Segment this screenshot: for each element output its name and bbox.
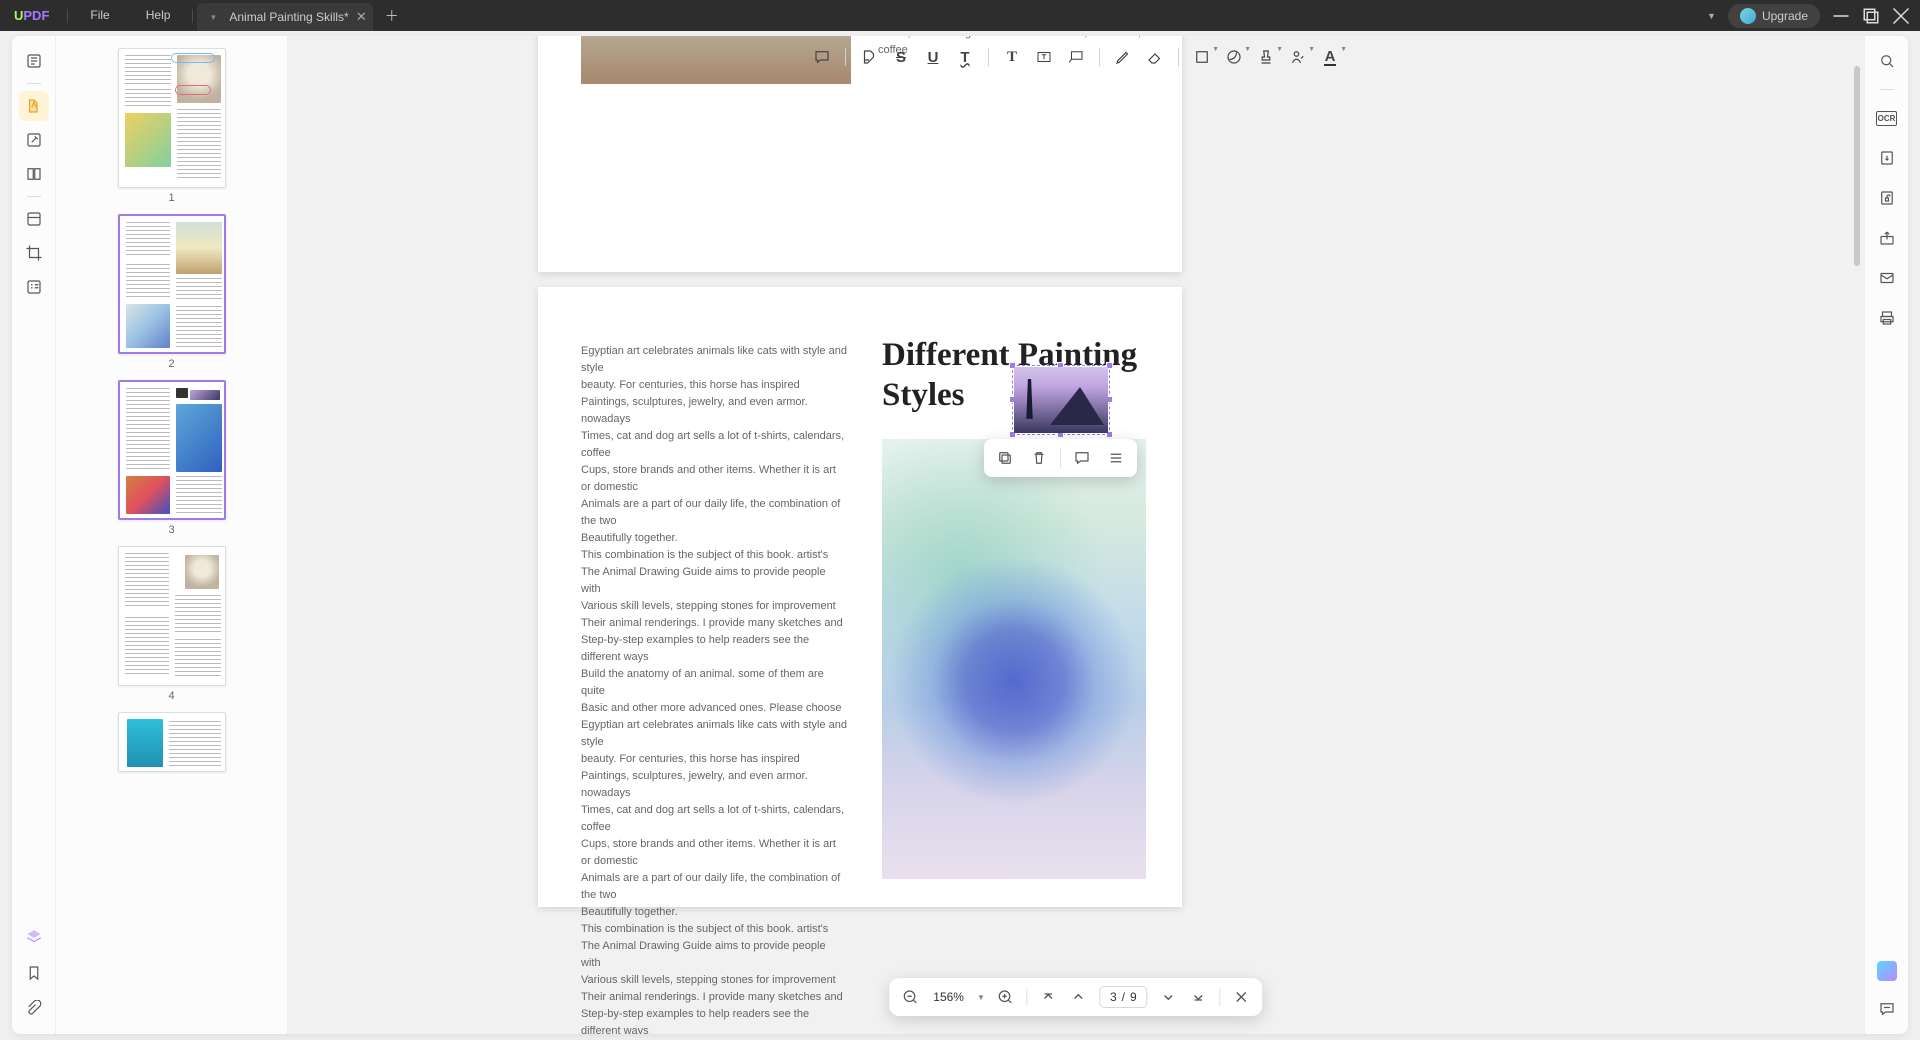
protect-icon[interactable]: [1872, 183, 1902, 213]
app-body: 1 2 3: [12, 36, 1908, 1034]
copy-button[interactable]: [988, 443, 1022, 473]
highlight-icon[interactable]: [854, 42, 884, 72]
first-page-button[interactable]: [1035, 984, 1061, 1010]
ai-assistant-icon[interactable]: [1872, 956, 1902, 986]
right-toolbar: OCR: [1864, 36, 1908, 1034]
next-page-button[interactable]: [1156, 984, 1182, 1010]
bookmark-tool[interactable]: [19, 958, 49, 988]
squiggly-icon[interactable]: T: [950, 42, 980, 72]
page-navigation-bar: 156% ▼ 3 / 9: [889, 978, 1262, 1016]
comment-icon[interactable]: [807, 42, 837, 72]
edit-tool[interactable]: [19, 125, 49, 155]
new-tab-button[interactable]: ＋: [379, 6, 405, 26]
thumb-number: 3: [118, 524, 226, 536]
last-page-button[interactable]: [1186, 984, 1212, 1010]
menu-file[interactable]: File: [72, 0, 127, 31]
thumb-number: 4: [118, 690, 226, 702]
upgrade-button[interactable]: Upgrade: [1728, 4, 1820, 28]
page-indicator[interactable]: 3 / 9: [1099, 986, 1148, 1008]
tabs-overflow-icon[interactable]: ▼: [1707, 11, 1716, 21]
document-tab[interactable]: ▼ Animal Painting Skills* ✕: [197, 3, 372, 31]
properties-button[interactable]: [1099, 443, 1133, 473]
signature-icon[interactable]: ▼: [1283, 42, 1313, 72]
print-icon[interactable]: [1872, 303, 1902, 333]
zoom-value: 156%: [927, 990, 970, 1004]
comments-panel-icon[interactable]: [1872, 994, 1902, 1024]
tab-dropdown-icon[interactable]: ▼: [209, 13, 217, 22]
sticker-icon[interactable]: ▼: [1219, 42, 1249, 72]
layers-tool[interactable]: [19, 922, 49, 952]
redact-tool[interactable]: [19, 204, 49, 234]
thumbnail-panel: 1 2 3: [56, 36, 288, 1034]
thumbnail-5[interactable]: [118, 712, 226, 772]
note-button[interactable]: [1065, 443, 1099, 473]
thumbnail-4[interactable]: 4: [118, 546, 226, 702]
textbox-icon[interactable]: [1029, 42, 1059, 72]
avatar-icon: [1740, 8, 1756, 24]
page-3[interactable]: Egyptian art celebrates animals like cat…: [538, 287, 1182, 907]
email-icon[interactable]: [1872, 263, 1902, 293]
window-maximize-icon[interactable]: [1862, 7, 1880, 25]
shapes-icon[interactable]: ▼: [1187, 42, 1217, 72]
text-icon[interactable]: T: [997, 42, 1027, 72]
attachment-tool[interactable]: [19, 994, 49, 1024]
share-icon[interactable]: [1872, 223, 1902, 253]
thumbnail-3[interactable]: 3: [118, 380, 226, 536]
pencil-icon[interactable]: [1108, 42, 1138, 72]
delete-button[interactable]: [1022, 443, 1056, 473]
tab-title: Animal Painting Skills*: [229, 10, 348, 24]
menu-help[interactable]: Help: [128, 0, 189, 31]
thumbnail-1[interactable]: 1: [118, 48, 226, 204]
close-bar-button[interactable]: [1229, 984, 1255, 1010]
page-image: [882, 439, 1146, 879]
reader-tool[interactable]: [19, 46, 49, 76]
zoom-out-button[interactable]: [897, 984, 923, 1010]
eraser-icon[interactable]: [1140, 42, 1170, 72]
crop-tool[interactable]: [19, 238, 49, 268]
organize-tool[interactable]: [19, 159, 49, 189]
annotation-toolbar: S U T T ▼ ▼ ▼ ▼ A▼: [807, 42, 1345, 72]
window-close-icon[interactable]: [1892, 7, 1910, 25]
tab-close-icon[interactable]: ✕: [356, 9, 367, 25]
app-logo: UPDF: [0, 8, 63, 23]
selection-toolbar: [984, 439, 1137, 477]
window-minimize-icon[interactable]: [1832, 7, 1850, 25]
export-icon[interactable]: [1872, 143, 1902, 173]
sticker-image[interactable]: [1014, 367, 1108, 433]
comment-tool[interactable]: [19, 91, 49, 121]
form-tool[interactable]: [19, 272, 49, 302]
zoom-dropdown-icon[interactable]: ▼: [974, 984, 988, 1010]
search-icon[interactable]: [1872, 46, 1902, 76]
thumb-number: 1: [118, 192, 226, 204]
thumb-number: 2: [118, 358, 226, 370]
titlebar: UPDF File Help ▼ Animal Painting Skills*…: [0, 0, 1920, 31]
ocr-icon[interactable]: OCR: [1872, 103, 1902, 133]
page-text: Egyptian art celebrates animals like cat…: [581, 343, 847, 1034]
fontcolor-icon[interactable]: A▼: [1315, 42, 1345, 72]
stamp-icon[interactable]: ▼: [1251, 42, 1281, 72]
underline-icon[interactable]: U: [918, 42, 948, 72]
document-viewport: S U T T ▼ ▼ ▼ ▼ A▼: [288, 36, 1864, 1034]
left-toolbar: [12, 36, 56, 1034]
zoom-in-button[interactable]: [992, 984, 1018, 1010]
thumbnail-2[interactable]: 2: [118, 214, 226, 370]
callout-icon[interactable]: [1061, 42, 1091, 72]
prev-page-button[interactable]: [1065, 984, 1091, 1010]
strikethrough-icon[interactable]: S: [886, 42, 916, 72]
